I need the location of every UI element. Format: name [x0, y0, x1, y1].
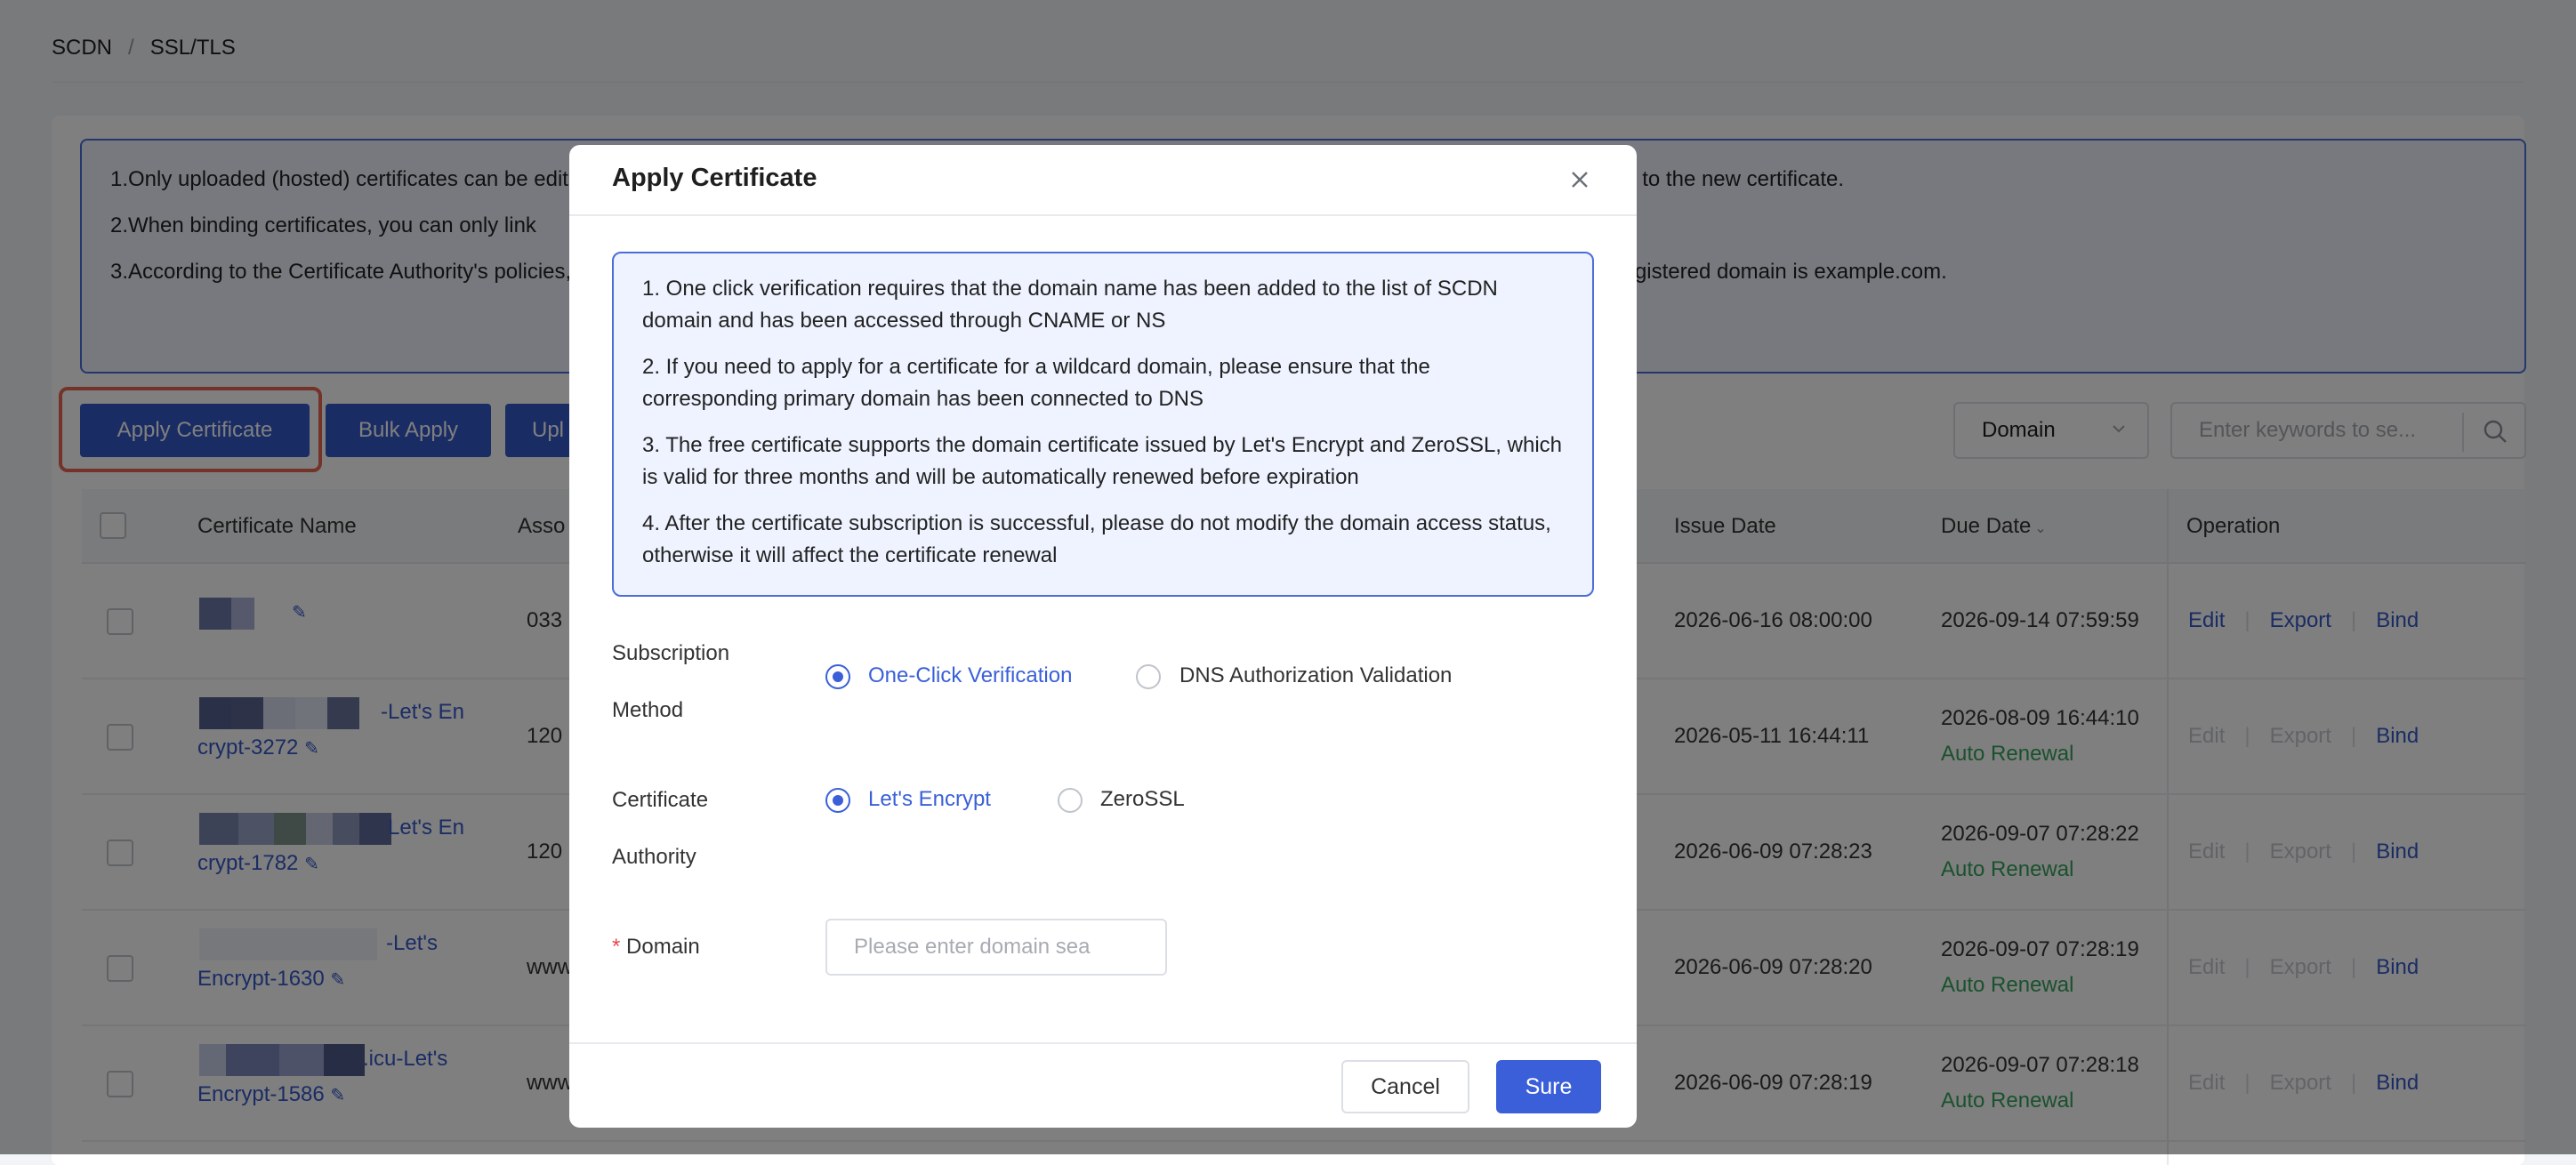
domain-placeholder: Please enter domain sea	[854, 935, 1091, 959]
close-icon[interactable]	[1566, 165, 1594, 194]
domain-label-text: Domain	[626, 935, 700, 959]
option-zerossl[interactable]: ZeroSSL	[1100, 787, 1185, 812]
subscription-method-label-1: Subscription	[612, 641, 730, 665]
dialog-footer-divider	[569, 1042, 1637, 1044]
option-one-click-verification[interactable]: One-Click Verification	[868, 663, 1072, 688]
option-lets-encrypt[interactable]: Let's Encrypt	[868, 787, 991, 812]
cancel-button[interactable]: Cancel	[1341, 1060, 1469, 1113]
domain-input[interactable]: Please enter domain sea	[825, 919, 1167, 976]
dialog-title: Apply Certificate	[612, 164, 817, 192]
required-mark: *	[612, 935, 621, 959]
radio-dns-authorization[interactable]	[1136, 664, 1161, 689]
radio-zerossl[interactable]	[1058, 788, 1083, 813]
radio-one-click-verification[interactable]	[825, 664, 850, 689]
dialog-note-4: 4. After the certificate subscription is…	[642, 511, 1551, 567]
certificate-authority-label-2: Authority	[612, 845, 696, 869]
sure-button[interactable]: Sure	[1496, 1060, 1601, 1113]
subscription-method-label-2: Method	[612, 698, 684, 722]
dialog-header-divider	[569, 214, 1637, 216]
option-dns-authorization[interactable]: DNS Authorization Validation	[1179, 663, 1452, 688]
dialog-notice: 1. One click verification requires that …	[612, 252, 1594, 597]
certificate-authority-label-1: Certificate	[612, 788, 709, 812]
dialog-note-2: 2. If you need to apply for a certificat…	[642, 355, 1430, 411]
dialog-note-3: 3. The free certificate supports the dom…	[642, 433, 1562, 489]
radio-lets-encrypt[interactable]	[825, 788, 850, 813]
dialog-note-1: 1. One click verification requires that …	[642, 277, 1498, 333]
domain-label: * Domain	[612, 919, 700, 976]
